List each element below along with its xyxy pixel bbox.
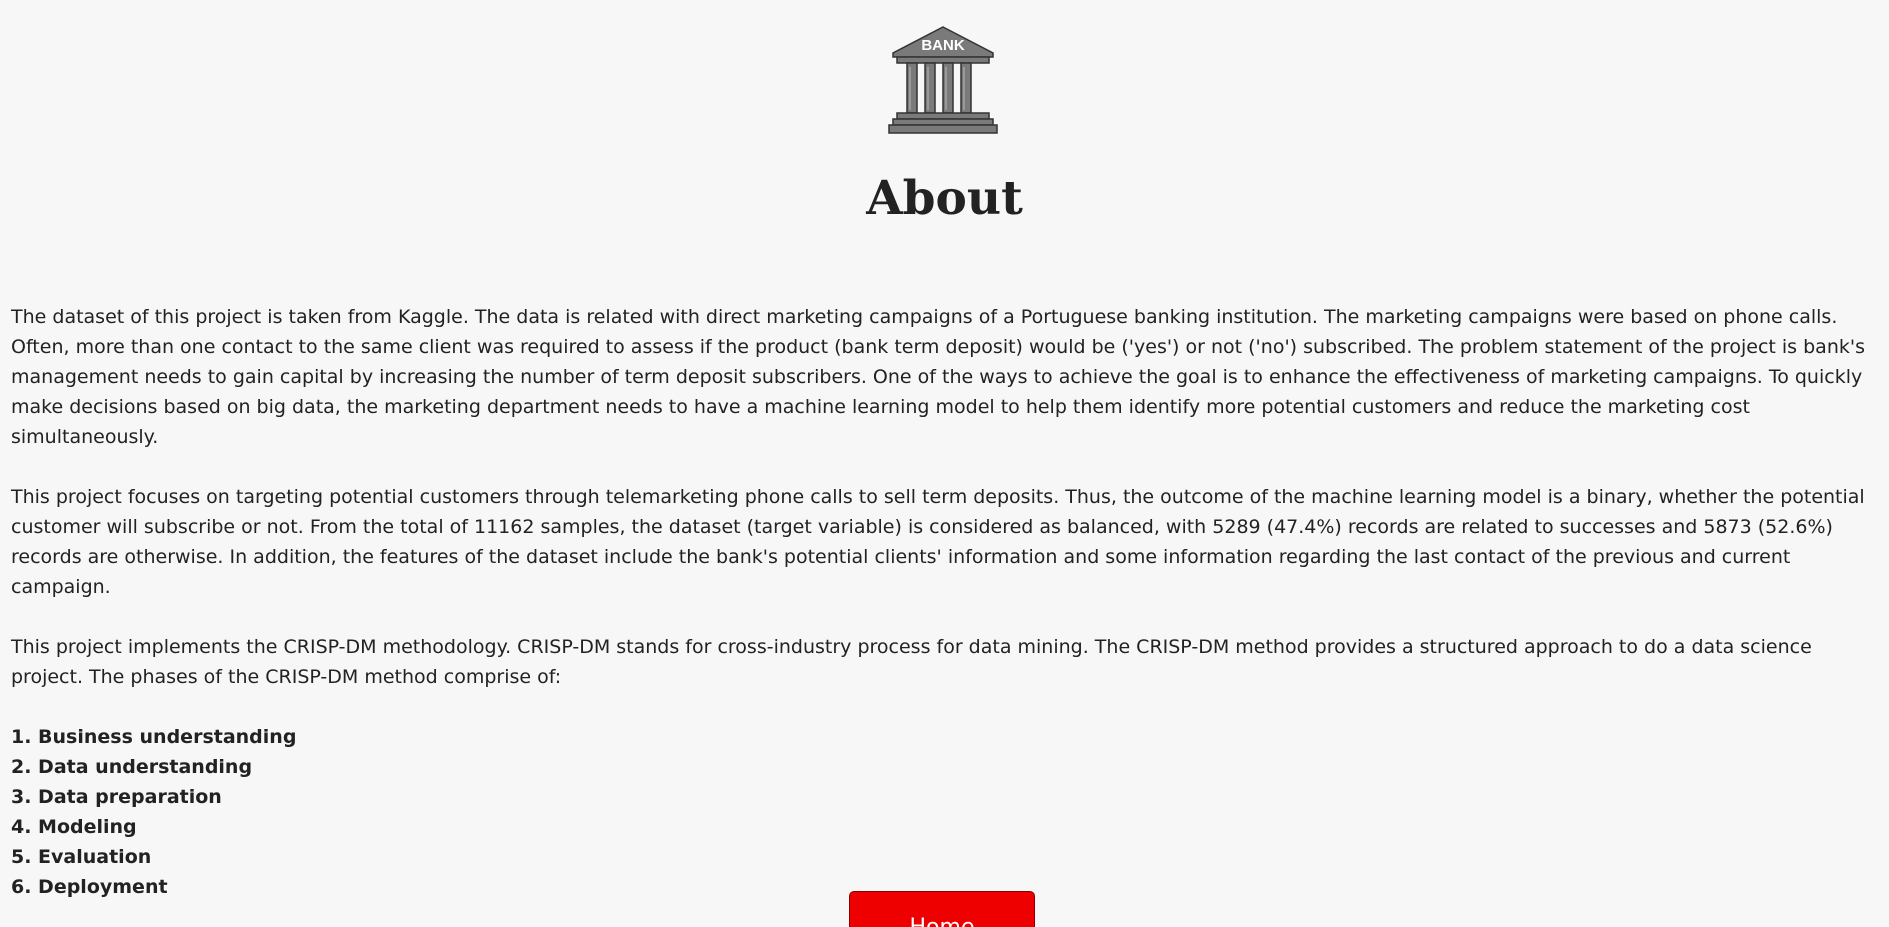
about-content: The dataset of this project is taken fro… [11, 302, 1876, 902]
crisp-dm-phase-list: 1. Business understanding 2. Data unders… [11, 722, 1876, 902]
focus-paragraph: This project focuses on targeting potent… [11, 486, 1865, 598]
phase-item: 4. Modeling [11, 816, 137, 838]
methodology-paragraph: This project implements the CRISP-DM met… [11, 636, 1812, 688]
phase-item: 3. Data preparation [11, 786, 222, 808]
home-button[interactable]: Home [849, 891, 1035, 927]
logo-text: BANK [921, 37, 964, 54]
phase-item: 2. Data understanding [11, 756, 253, 778]
intro-paragraph: The dataset of this project is taken fro… [11, 306, 1865, 448]
bank-logo: BANK [888, 24, 998, 136]
page-title: About [866, 171, 1023, 226]
phase-item: 1. Business understanding [11, 726, 297, 748]
bank-building-icon: BANK [888, 26, 998, 134]
about-page: BANK About The dataset of this project i… [0, 0, 1889, 927]
phase-item: 5. Evaluation [11, 846, 152, 868]
